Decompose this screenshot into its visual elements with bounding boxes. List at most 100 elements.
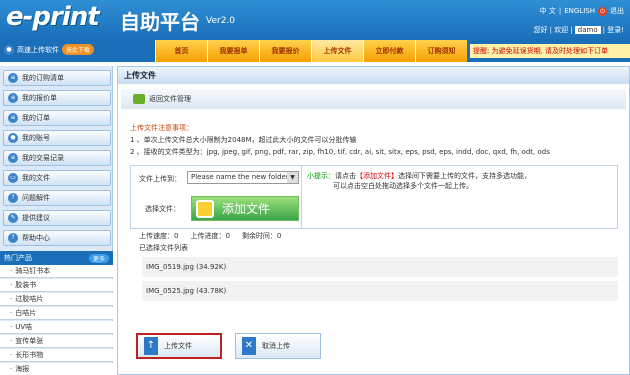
back-link[interactable]: 返回文件管理 [149,94,191,104]
tab-upload[interactable]: 上传文件 [311,40,363,62]
lang-en-link[interactable]: ENGLISH [564,7,595,15]
sidebar-item-files[interactable]: ▭ 我的文件 [3,170,111,186]
sidebar-item-cart[interactable]: ≡ 我的订购清单 [3,70,111,86]
tip-line2: 可以点击空白处拖动选择多个文件一起上传。 [333,182,473,190]
sidebar-item-account[interactable]: ● 我的账号 [3,130,111,146]
tip-text: 选择间下需要上传的文件，支持多选功能， [398,172,531,180]
upload-progress: 上传进度：0 [190,232,230,240]
file-icon [196,199,214,218]
tab-home[interactable]: 首页 [155,40,207,62]
sidebar-item-label: 我的订购清单 [22,74,64,82]
exit-icon[interactable]: ⏻ [598,6,607,16]
globe-icon: ● [4,44,14,55]
sidebar-item-label: 问题解件 [22,194,50,202]
file-list-item[interactable]: IMG_0525.jpg (43.78K) [142,281,618,301]
tab-quote[interactable]: 我要报价 [259,40,311,62]
hot-products-header: 热门产品 更多 [0,251,113,265]
add-file-label: 添加文件 [222,202,271,216]
version-label: Ver2.0 [206,16,236,26]
sidebar-item-issues[interactable]: ? 问题解件 [3,190,111,206]
pencil-icon: ✎ [8,213,18,223]
logo-cn: 自助平台 [120,10,200,34]
upload-button[interactable]: ↑ 上传文件 [136,333,222,359]
header: e-print 自助平台 Ver2.0 中 文 | ENGLISH ⏻ 退出 您… [0,0,630,40]
sidebar-item-label: 我的文件 [22,174,50,182]
upload-to-label: 文件上传到： [139,175,181,183]
more-button[interactable]: 更多 [88,253,109,263]
download-button[interactable]: 按此下载 [62,44,95,55]
login-link[interactable]: | 登录! [603,25,624,35]
remaining-time: 剩余时间：0 [241,232,282,240]
product-link[interactable]: 胶装书 [0,279,113,292]
sidebar-item-label: 我的交易记录 [22,154,64,162]
folder-select[interactable]: Please name the new folder. ▼ [187,171,299,184]
folder-select-value: Please name the new folder. [191,173,291,181]
chevron-down-icon: ▼ [287,172,298,183]
upload-soft-label: 高速上传软件 [17,45,59,54]
upload-software: ● 高速上传软件 按此下载 [4,44,95,55]
main-tabs: 首页 我要报单 我要报价 上传文件 立即付款 订购须知 [155,40,467,62]
upload-notes: 上传文件注意事项： 1 、单次上传文件总大小限制为2048M，超过此大小的文件可… [130,122,550,158]
tab-notice[interactable]: 订购须知 [415,40,467,62]
tab-order[interactable]: 我要报单 [207,40,259,62]
document-icon: ≡ [8,93,18,103]
username: damo [574,26,601,34]
product-link[interactable]: UV咭 [0,321,113,334]
tip-text: 请点击 [335,172,356,180]
main-panel: 上传文件 返回文件管理 上传文件注意事项： 1 、单次上传文件总大小限制为204… [117,66,630,375]
file-list-item[interactable]: IMG_0519.jpg (34.92K) [142,257,618,277]
logo: e-print [6,2,100,32]
file-list-label: 已选择文件列表 [139,244,188,252]
page-title: 上传文件 [118,67,629,84]
sidebar-item-label: 帮助中心 [22,234,50,242]
welcome-text: | 欢迎 | [549,26,573,34]
notes-title: 上传文件注意事项： [130,124,193,132]
sidebar-item-label: 提供建议 [22,214,50,222]
lang-separator: | [558,7,562,15]
select-file-label: 选择文件： [145,205,180,213]
list-icon: ≡ [8,73,18,83]
sidebar-item-quotes[interactable]: ≡ 我的报价单 [3,90,111,106]
sidebar-item-label: 我的账号 [22,134,50,142]
top-links: 中 文 | ENGLISH ⏻ 退出 [540,6,624,16]
upload-arrow-icon: ↑ [144,337,158,355]
product-link[interactable]: 海报 [0,363,113,375]
sidebar-item-label: 我的报价单 [22,94,57,102]
user-icon: ● [8,133,18,143]
back-bar: 返回文件管理 [121,89,626,109]
add-file-button[interactable]: 添加文件 [191,196,299,221]
upload-stats: 上传速度：0 上传进度：0 剩余时间：0 [139,231,281,241]
user-bar: 您好 | 欢迎 | damo | 登录! [534,25,624,35]
help-icon: ? [8,233,18,243]
form-divider [301,166,302,228]
product-link[interactable]: 骑马钉书本 [0,265,113,278]
product-link[interactable]: 宣传单张 [0,335,113,348]
notice-banner[interactable]: 提醒: 为避免延误货期, 请及时处理如下订单 [470,44,630,58]
exit-link[interactable]: 退出 [610,6,624,16]
note-types: 2 、接收的文件类型为：jpg, jpeg, gif, png, pdf, ra… [130,148,550,156]
sidebar-item-orders[interactable]: ≡ 我的订单 [3,110,111,126]
tip-highlight: 【添加文件】 [356,172,398,180]
upload-button-label: 上传文件 [164,342,192,350]
sidebar-item-transactions[interactable]: ≡ 我的交易记录 [3,150,111,166]
close-icon: ✕ [242,337,256,355]
order-icon: ≡ [8,113,18,123]
back-icon[interactable] [133,94,145,104]
lang-cn-link[interactable]: 中 文 [540,6,556,16]
record-icon: ≡ [8,153,18,163]
sidebar-item-suggest[interactable]: ✎ 提供建议 [3,210,111,226]
question-icon: ? [8,193,18,203]
cancel-upload-button[interactable]: ✕ 取消上传 [235,333,321,359]
upload-form: 文件上传到： Please name the new folder. ▼ 选择文… [130,165,618,229]
folder-icon: ▭ [8,173,18,183]
tip-key: 小提示： [307,172,335,180]
upload-tip: 小提示：请点击【添加文件】选择间下需要上传的文件，支持多选功能， 可以点击空白处… [307,171,531,191]
sidebar-item-label: 我的订单 [22,114,50,122]
product-link[interactable]: 过胶咭片 [0,293,113,306]
upload-speed: 上传速度：0 [139,232,179,240]
product-link[interactable]: 白咭片 [0,307,113,320]
hot-products-title: 热门产品 [4,254,32,262]
product-link[interactable]: 长形书物 [0,349,113,362]
tab-pay[interactable]: 立即付款 [363,40,415,62]
sidebar-item-help[interactable]: ? 帮助中心 [3,230,111,246]
